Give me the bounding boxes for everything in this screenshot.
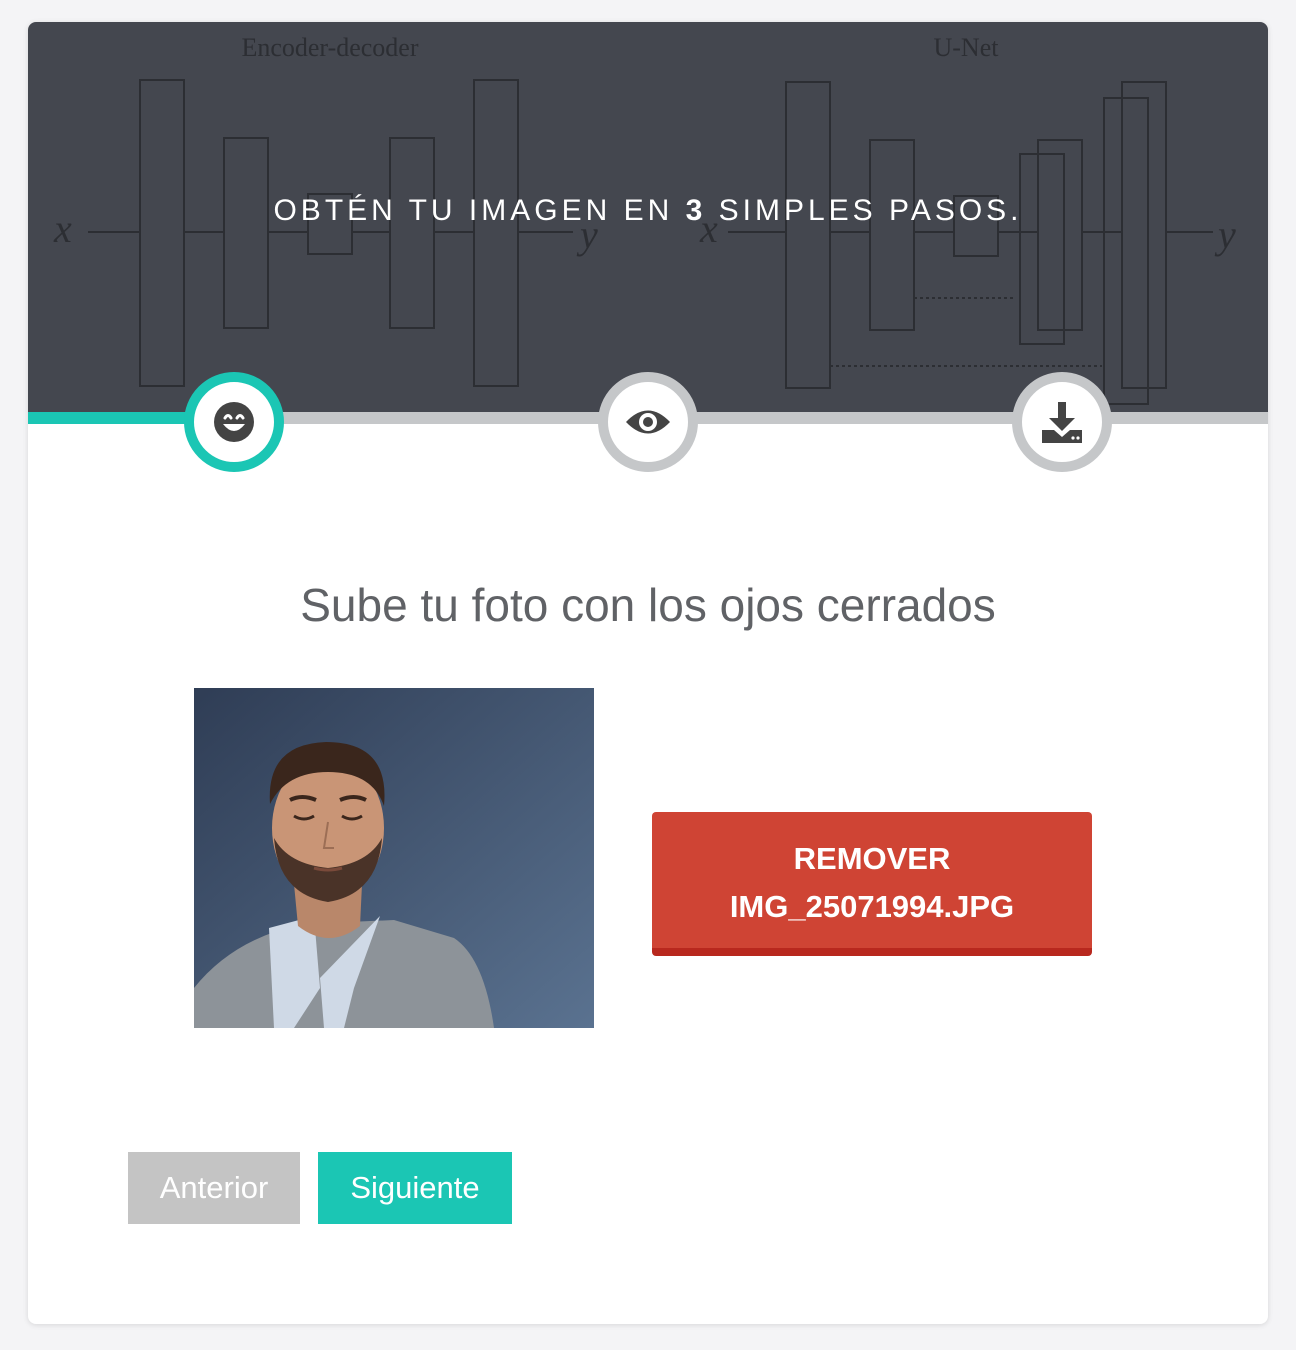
step-preview[interactable] — [598, 372, 698, 472]
wizard-card: Encoder-decoder U-Net x y x y OBTÉN TU I… — [28, 22, 1268, 1324]
hero-title-pre: OBTÉN TU IMAGEN EN — [273, 194, 686, 227]
page-title: Sube tu foto con los ojos cerrados — [300, 579, 996, 631]
download-icon — [1042, 402, 1082, 443]
smile-icon — [214, 402, 254, 442]
remove-file-button[interactable]: REMOVER IMG_25071994.JPG — [652, 812, 1092, 956]
step-upload[interactable] — [184, 372, 284, 472]
previous-button[interactable]: Anterior — [128, 1152, 300, 1224]
uploaded-photo — [194, 688, 594, 1028]
hero-title-post: SIMPLES PASOS. — [706, 194, 1023, 227]
diagram-label-encoder-decoder: Encoder-decoder — [241, 33, 418, 62]
step-download[interactable] — [1012, 372, 1112, 472]
remove-button-filename: IMG_25071994.JPG — [729, 888, 1015, 924]
diagram-label-unet: U-Net — [934, 33, 1000, 62]
eye-icon — [626, 410, 670, 434]
hero-title-number: 3 — [685, 194, 707, 227]
hero-title: OBTÉN TU IMAGEN EN 3 SIMPLES PASOS. — [28, 194, 1268, 228]
next-button[interactable]: Siguiente — [318, 1152, 512, 1224]
hero-banner: Encoder-decoder U-Net x y x y OBTÉN TU I… — [28, 22, 1268, 422]
remove-button-line1: REMOVER — [793, 840, 951, 876]
